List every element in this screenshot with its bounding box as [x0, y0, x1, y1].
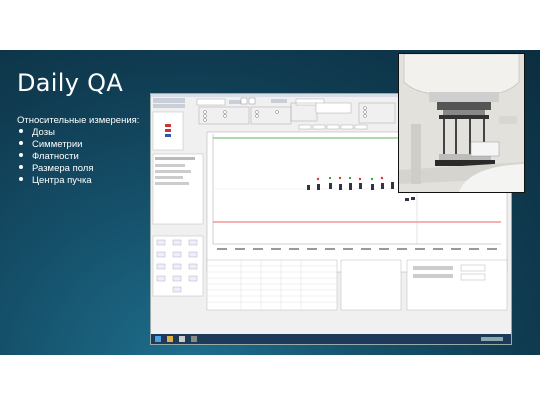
- bullet-list: Дозы Симметрии Флатности Размера поля Це…: [17, 127, 93, 187]
- bullet-item: Размера поля: [17, 163, 93, 175]
- linac-qa-device-photo: [398, 53, 525, 193]
- slide-title: Daily QA: [17, 69, 124, 97]
- bullet-item: Флатности: [17, 151, 93, 163]
- slide-subtitle: Относительные измерения:: [17, 115, 140, 126]
- bullet-item: Дозы: [17, 127, 93, 139]
- presentation-slide: Daily QA Относительные измерения: Дозы С…: [0, 50, 540, 355]
- bullet-item: Центра пучка: [17, 175, 93, 187]
- bullet-item: Симметрии: [17, 139, 93, 151]
- photo-image: [399, 54, 524, 192]
